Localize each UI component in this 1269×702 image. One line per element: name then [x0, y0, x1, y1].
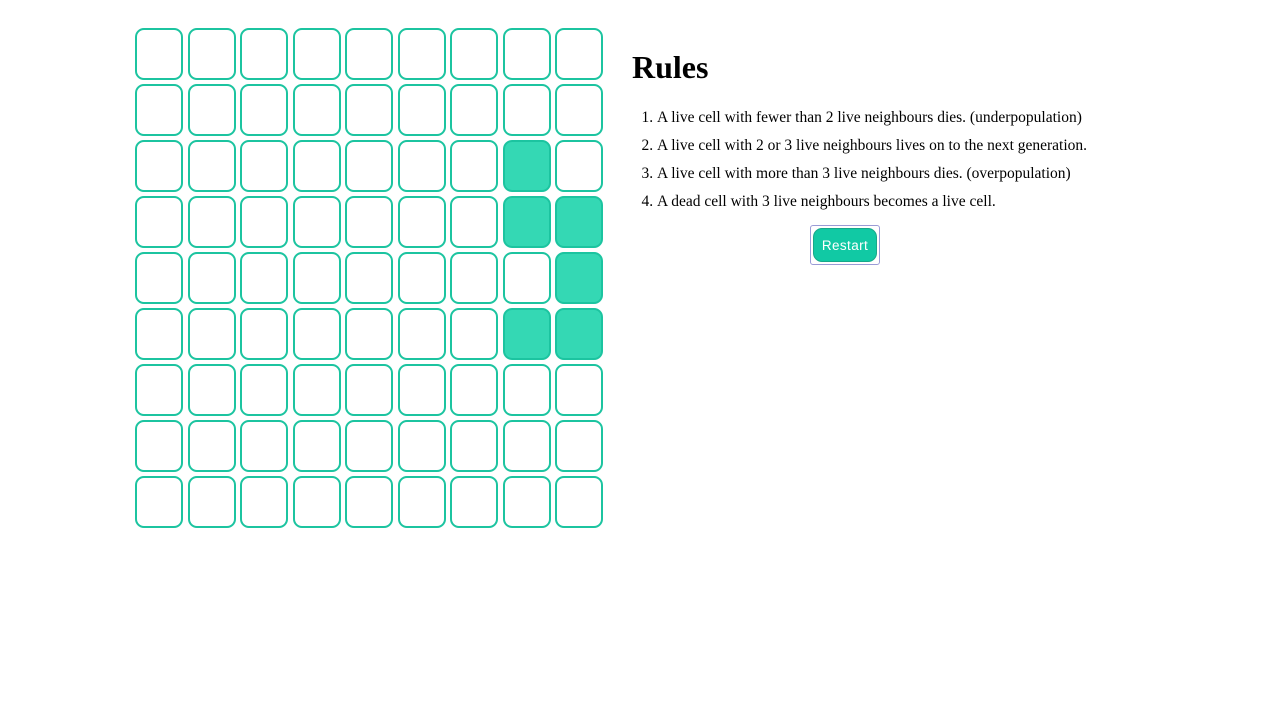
cell-dead[interactable]	[397, 476, 446, 528]
cell-dead[interactable]	[345, 364, 393, 416]
cell-dead[interactable]	[450, 476, 498, 528]
cell-dead[interactable]	[240, 140, 288, 192]
cell-dead[interactable]	[450, 84, 498, 136]
cell-dead[interactable]	[292, 140, 341, 192]
cell-dead[interactable]	[555, 420, 603, 472]
cell-dead[interactable]	[292, 420, 341, 472]
cell-dead[interactable]	[397, 140, 446, 192]
cell-dead[interactable]	[187, 28, 236, 80]
cell-dead[interactable]	[450, 28, 498, 80]
cell-dead[interactable]	[502, 252, 551, 304]
cell-dead[interactable]	[187, 252, 236, 304]
cell-dead[interactable]	[345, 308, 393, 360]
cell-dead[interactable]	[292, 84, 341, 136]
rule-item: A live cell with fewer than 2 live neigh…	[657, 104, 1152, 132]
cell-dead[interactable]	[187, 364, 236, 416]
rule-item: A live cell with 2 or 3 live neighbours …	[657, 132, 1152, 160]
cell-alive[interactable]	[555, 252, 603, 304]
cell-dead[interactable]	[187, 84, 236, 136]
cell-alive[interactable]	[502, 308, 551, 360]
cell-dead[interactable]	[345, 28, 393, 80]
cell-dead[interactable]	[555, 140, 603, 192]
cell-dead[interactable]	[345, 196, 393, 248]
cell-dead[interactable]	[502, 420, 551, 472]
cell-dead[interactable]	[292, 476, 341, 528]
cell-dead[interactable]	[450, 420, 498, 472]
cell-dead[interactable]	[345, 140, 393, 192]
cell-dead[interactable]	[187, 140, 236, 192]
cell-dead[interactable]	[292, 28, 341, 80]
cell-dead[interactable]	[187, 420, 236, 472]
cell-dead[interactable]	[135, 252, 183, 304]
cell-dead[interactable]	[240, 196, 288, 248]
cell-dead[interactable]	[135, 84, 183, 136]
cell-dead[interactable]	[135, 308, 183, 360]
cell-dead[interactable]	[397, 84, 446, 136]
cell-alive[interactable]	[555, 308, 603, 360]
cell-dead[interactable]	[397, 420, 446, 472]
cell-dead[interactable]	[240, 420, 288, 472]
cell-dead[interactable]	[450, 364, 498, 416]
cell-dead[interactable]	[502, 28, 551, 80]
cell-dead[interactable]	[135, 196, 183, 248]
cell-dead[interactable]	[240, 252, 288, 304]
cell-dead[interactable]	[292, 252, 341, 304]
cell-dead[interactable]	[187, 196, 236, 248]
cell-dead[interactable]	[450, 196, 498, 248]
cell-dead[interactable]	[450, 252, 498, 304]
cell-dead[interactable]	[187, 308, 236, 360]
cell-dead[interactable]	[240, 476, 288, 528]
cell-dead[interactable]	[555, 28, 603, 80]
cell-dead[interactable]	[397, 28, 446, 80]
restart-button[interactable]: Restart	[813, 228, 877, 262]
cell-dead[interactable]	[345, 476, 393, 528]
cell-dead[interactable]	[345, 84, 393, 136]
game-board	[135, 28, 603, 528]
cell-dead[interactable]	[555, 476, 603, 528]
cell-dead[interactable]	[187, 476, 236, 528]
cell-dead[interactable]	[397, 364, 446, 416]
cell-dead[interactable]	[397, 308, 446, 360]
rules-list: A live cell with fewer than 2 live neigh…	[632, 104, 1152, 216]
rules-title: Rules	[632, 49, 709, 85]
cell-dead[interactable]	[240, 84, 288, 136]
restart-focus-ring: Restart	[810, 225, 880, 265]
cell-dead[interactable]	[345, 420, 393, 472]
cell-alive[interactable]	[502, 196, 551, 248]
cell-dead[interactable]	[502, 84, 551, 136]
cell-dead[interactable]	[345, 252, 393, 304]
cell-dead[interactable]	[502, 476, 551, 528]
cell-dead[interactable]	[555, 84, 603, 136]
cell-dead[interactable]	[502, 364, 551, 416]
cell-dead[interactable]	[135, 476, 183, 528]
cell-dead[interactable]	[135, 364, 183, 416]
cell-dead[interactable]	[135, 28, 183, 80]
cell-dead[interactable]	[450, 308, 498, 360]
cell-dead[interactable]	[555, 364, 603, 416]
cell-dead[interactable]	[135, 420, 183, 472]
cell-dead[interactable]	[240, 28, 288, 80]
rule-item: A live cell with more than 3 live neighb…	[657, 160, 1152, 188]
cell-dead[interactable]	[397, 252, 446, 304]
cell-dead[interactable]	[450, 140, 498, 192]
cell-dead[interactable]	[292, 364, 341, 416]
cell-dead[interactable]	[240, 364, 288, 416]
cell-alive[interactable]	[502, 140, 551, 192]
rules-panel: Rules A live cell with fewer than 2 live…	[632, 47, 1152, 216]
rule-item: A dead cell with 3 live neighbours becom…	[657, 188, 1152, 216]
cell-dead[interactable]	[397, 196, 446, 248]
cell-alive[interactable]	[555, 196, 603, 248]
cell-dead[interactable]	[240, 308, 288, 360]
cell-dead[interactable]	[135, 140, 183, 192]
cell-dead[interactable]	[292, 196, 341, 248]
cell-dead[interactable]	[292, 308, 341, 360]
